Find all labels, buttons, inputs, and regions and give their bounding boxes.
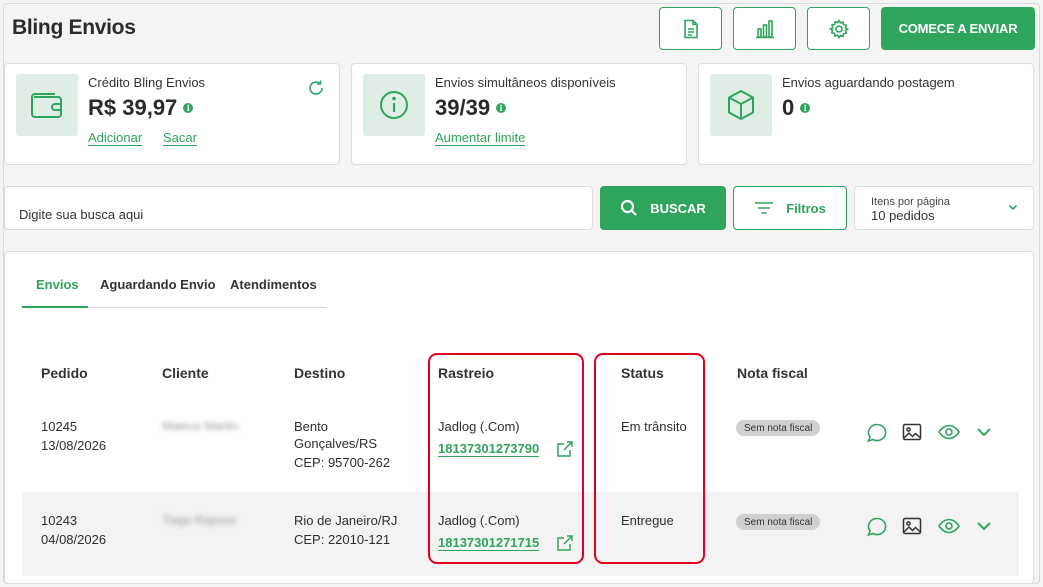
- chat-bubble-icon[interactable]: [866, 516, 888, 538]
- eye-icon[interactable]: [938, 518, 960, 534]
- refresh-icon[interactable]: [307, 79, 325, 97]
- filter-icon: [755, 202, 774, 214]
- add-credit-link[interactable]: Adicionar: [88, 131, 143, 146]
- active-tab-indicator: [22, 306, 88, 308]
- items-per-page-label: Itens por página: [871, 196, 950, 208]
- settings-button[interactable]: [807, 7, 870, 50]
- awaiting-card: Envios aguardando postagem 0 i: [698, 63, 1034, 165]
- tab-envios[interactable]: Envios: [36, 277, 79, 292]
- simultaneous-label: Envios simultâneos disponíveis: [435, 75, 616, 90]
- info-icon[interactable]: i: [496, 103, 507, 113]
- destination-city: Rio de Janeiro/RJ: [294, 513, 398, 528]
- chat-bubble-icon[interactable]: [866, 422, 888, 444]
- info-icon[interactable]: i: [183, 103, 194, 113]
- order-number: 10245: [41, 419, 78, 434]
- credit-amount: R$ 39,97: [88, 95, 178, 120]
- search-placeholder: Digite sua busca aqui: [19, 207, 144, 222]
- increase-limit-link[interactable]: Aumentar limite: [435, 131, 526, 146]
- chevron-down-icon: [1008, 204, 1018, 211]
- simultaneous-value: 39/39 i: [435, 95, 507, 121]
- image-icon[interactable]: [902, 422, 922, 442]
- chevron-down-icon[interactable]: [976, 520, 992, 532]
- bar-chart-icon: [755, 19, 774, 38]
- invoice-badge: Sem nota fiscal: [736, 420, 821, 436]
- search-input[interactable]: Digite sua busca aqui: [4, 186, 593, 230]
- info-circle-icon: [380, 91, 408, 119]
- search-button-label: BUSCAR: [650, 200, 706, 216]
- awaiting-count: 0: [782, 95, 795, 120]
- column-header-destination: Destino: [294, 365, 346, 381]
- tab-atendimentos[interactable]: Atendimentos: [230, 277, 317, 292]
- search-button[interactable]: BUSCAR: [600, 186, 726, 230]
- image-icon[interactable]: [902, 516, 922, 536]
- credit-label: Crédito Bling Envios: [88, 75, 206, 90]
- tracking-column-highlight: [428, 353, 584, 564]
- search-icon: [621, 199, 637, 216]
- status-column-highlight: [594, 353, 705, 564]
- column-header-invoice: Nota fiscal: [737, 365, 808, 381]
- tab-bar: Envios Aguardando Envio Atendimentos: [22, 268, 326, 308]
- start-sending-button[interactable]: COMECE A ENVIAR: [881, 7, 1035, 50]
- info-icon-box: [363, 74, 425, 136]
- withdraw-link[interactable]: Sacar: [163, 131, 197, 146]
- page-title: Bling Envios: [12, 16, 136, 39]
- report-button[interactable]: [659, 7, 722, 50]
- box-icon-box: [710, 74, 772, 136]
- wallet-icon-box: [16, 74, 78, 136]
- order-date: 13/08/2026: [41, 438, 107, 453]
- simultaneous-count: 39/39: [435, 95, 491, 120]
- order-date: 04/08/2026: [41, 532, 107, 547]
- statistics-button[interactable]: [733, 7, 796, 50]
- filters-button[interactable]: Filtros: [733, 186, 847, 230]
- wallet-icon: [31, 93, 62, 118]
- destination-cep: CEP: 95700-262: [294, 455, 391, 470]
- awaiting-label: Envios aguardando postagem: [782, 75, 955, 90]
- chevron-down-icon[interactable]: [976, 426, 992, 438]
- document-icon: [683, 19, 698, 38]
- client-name: Mateus Martin: [162, 419, 239, 433]
- eye-icon[interactable]: [938, 424, 960, 440]
- credit-value: R$ 39,97 i: [88, 95, 194, 121]
- awaiting-value: 0 i: [782, 95, 811, 121]
- simultaneous-card: Envios simultâneos disponíveis 39/39 i A…: [351, 63, 687, 165]
- order-number: 10243: [41, 513, 78, 528]
- destination-cep: CEP: 22010-121: [294, 532, 391, 547]
- credit-card: Crédito Bling Envios R$ 39,97 i Adiciona…: [4, 63, 340, 165]
- column-header-order: Pedido: [41, 365, 88, 381]
- gear-icon: [828, 18, 849, 39]
- tab-aguardando-envio[interactable]: Aguardando Envio: [100, 277, 216, 292]
- destination-city-cont: Gonçalves/RS: [294, 436, 378, 451]
- info-icon[interactable]: i: [800, 103, 811, 113]
- items-per-page-value: 10 pedidos: [871, 208, 935, 223]
- items-per-page-select[interactable]: Itens por página 10 pedidos: [854, 186, 1034, 230]
- package-icon: [728, 90, 754, 120]
- invoice-badge: Sem nota fiscal: [736, 514, 821, 530]
- client-name: Tiago Raposo: [162, 513, 237, 527]
- filters-label: Filtros: [786, 200, 826, 216]
- column-header-client: Cliente: [162, 365, 209, 381]
